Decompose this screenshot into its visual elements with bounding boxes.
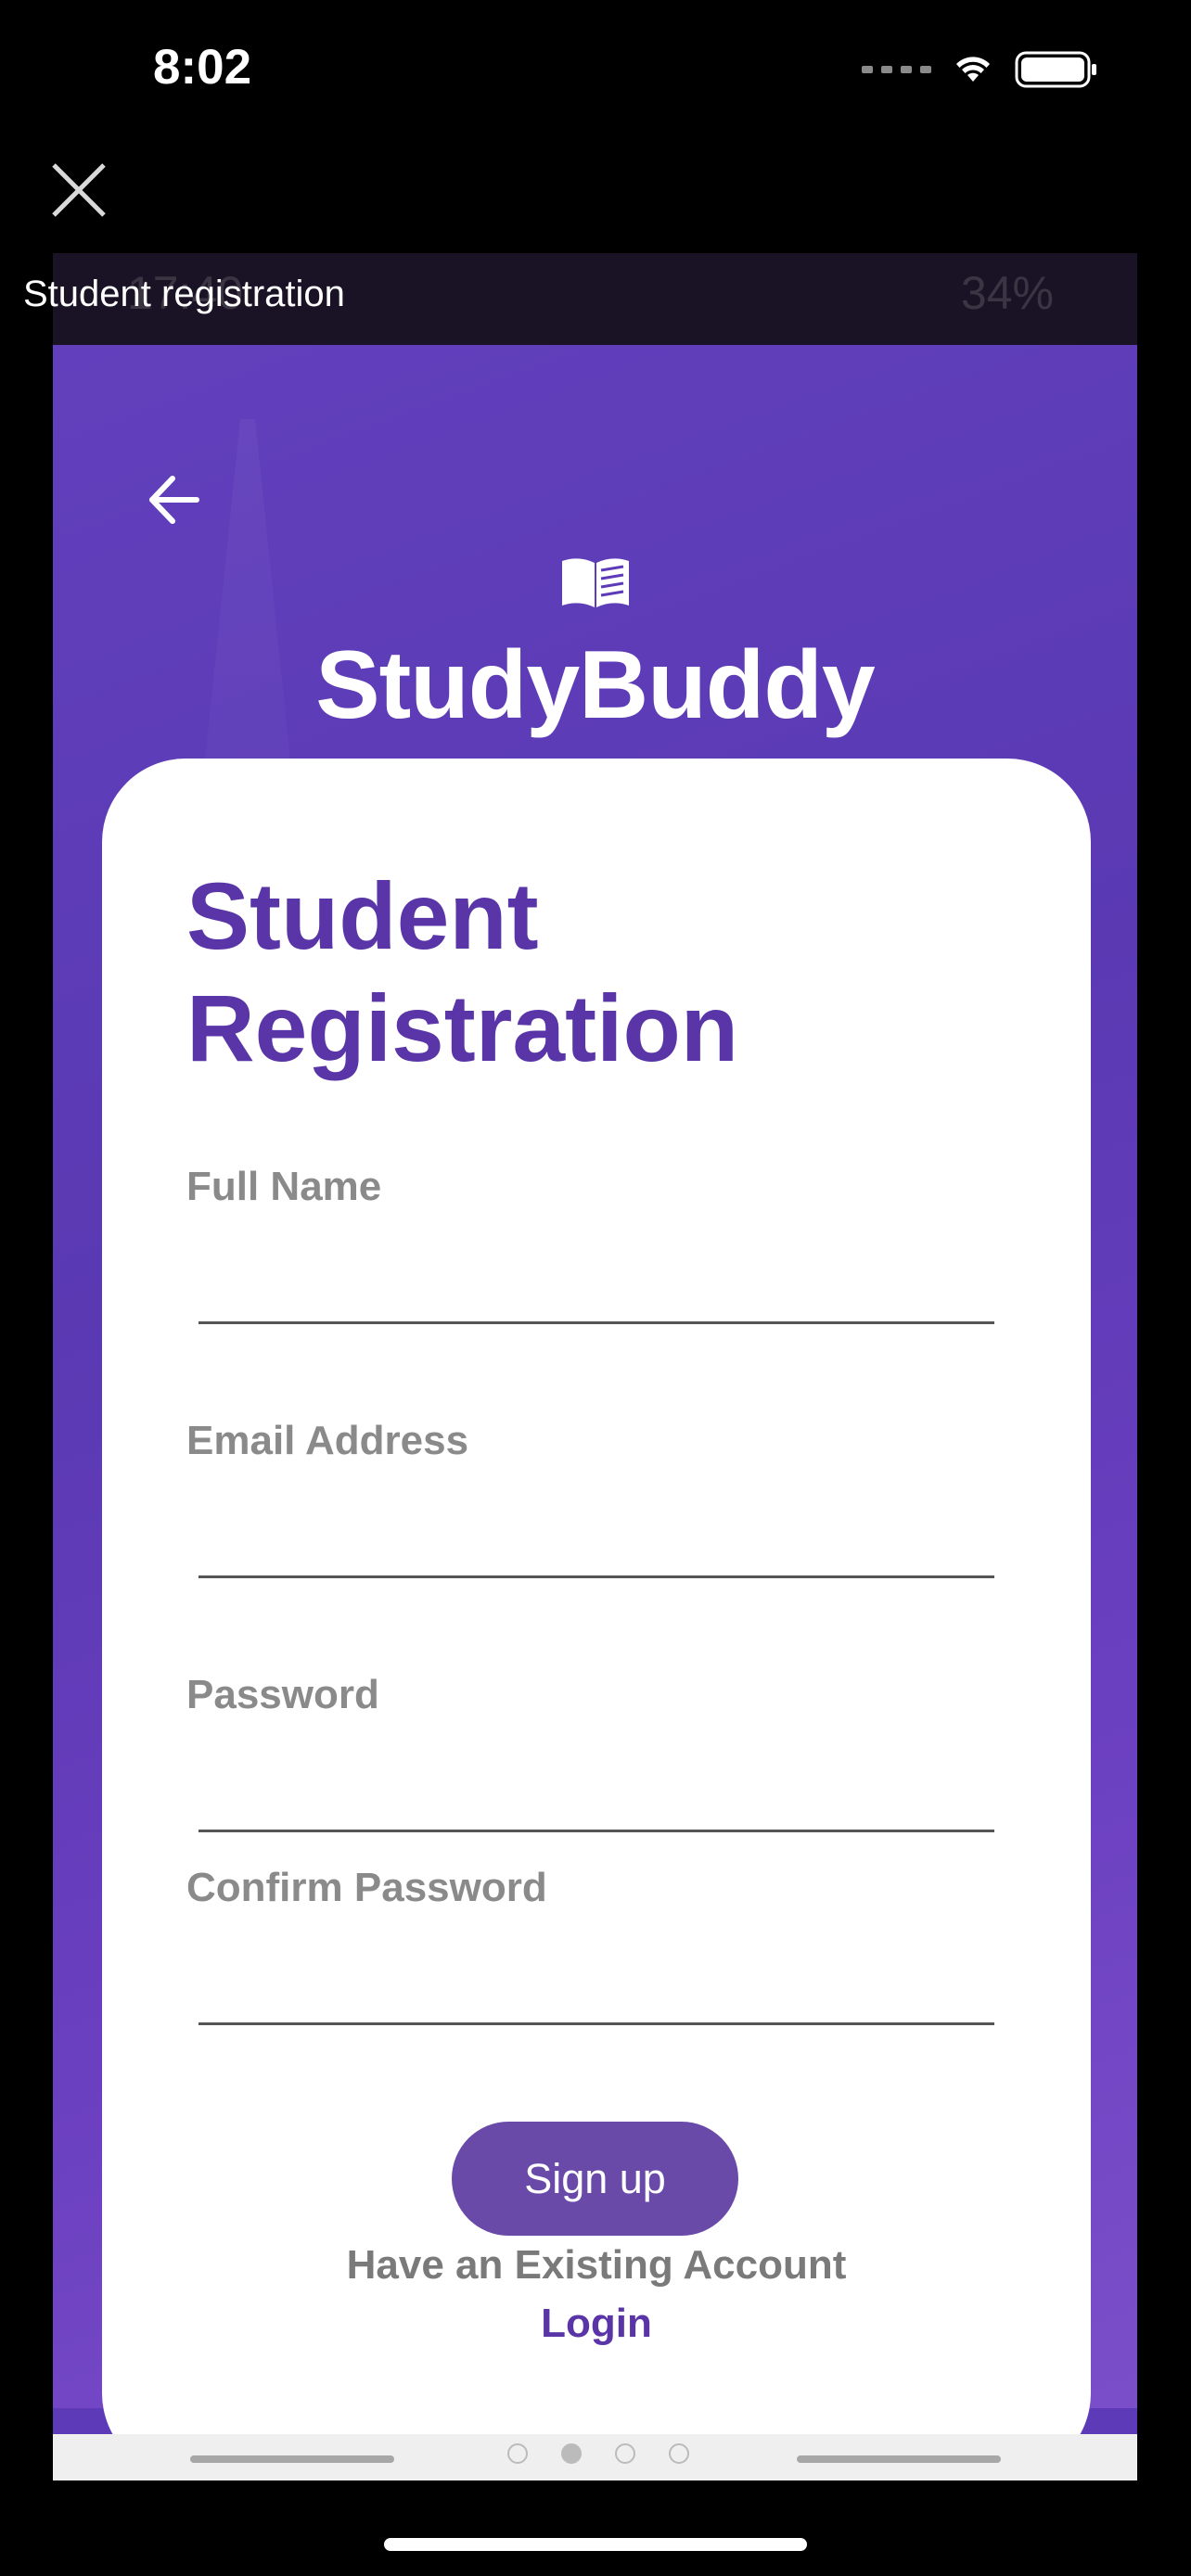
confirm-password-label: Confirm Password <box>186 1865 547 1910</box>
email-input[interactable] <box>198 1511 994 1578</box>
page-dot <box>615 2443 635 2464</box>
page-indicator <box>507 2443 689 2464</box>
ios-status-time: 8:02 <box>153 40 252 95</box>
page-dot-active <box>561 2443 582 2464</box>
hero-background: StudyBuddy Student Registration Full Nam… <box>53 345 1137 2477</box>
app-brand-title: StudyBuddy <box>315 631 875 739</box>
home-indicator[interactable] <box>384 2538 807 2551</box>
ios-status-icons <box>862 50 1098 89</box>
page-title: Student Registration <box>186 863 739 1081</box>
full-name-label: Full Name <box>186 1164 382 1209</box>
app-screenshot: 17:40 34% StudyBuddy Student Registratio… <box>53 253 1137 2480</box>
page-dot <box>507 2443 528 2464</box>
password-input[interactable] <box>198 1765 994 1832</box>
email-label: Email Address <box>186 1418 469 1463</box>
nav-bar-line <box>190 2455 394 2463</box>
confirm-password-input[interactable] <box>198 1958 994 2025</box>
password-label: Password <box>186 1672 379 1717</box>
existing-account-text: Have an Existing Account <box>346 2242 847 2288</box>
login-link[interactable]: Login <box>102 2301 1091 2347</box>
cellular-signal-icon <box>862 66 931 73</box>
screenshot-caption: Student registration <box>23 274 345 314</box>
full-name-input[interactable] <box>198 1256 994 1324</box>
arrow-left-icon[interactable] <box>143 469 204 530</box>
wifi-icon <box>956 57 990 82</box>
close-icon[interactable] <box>48 159 109 221</box>
battery-icon <box>1015 51 1096 88</box>
nav-bar-line <box>797 2455 1001 2463</box>
page-dot <box>669 2443 689 2464</box>
android-battery-text: 34% <box>960 267 1054 319</box>
android-nav-strip <box>53 2434 1137 2480</box>
registration-card: Student Registration Full Name Email Add… <box>102 759 1091 2477</box>
sign-up-button[interactable]: Sign up <box>452 2122 738 2236</box>
open-book-icon <box>562 558 629 607</box>
